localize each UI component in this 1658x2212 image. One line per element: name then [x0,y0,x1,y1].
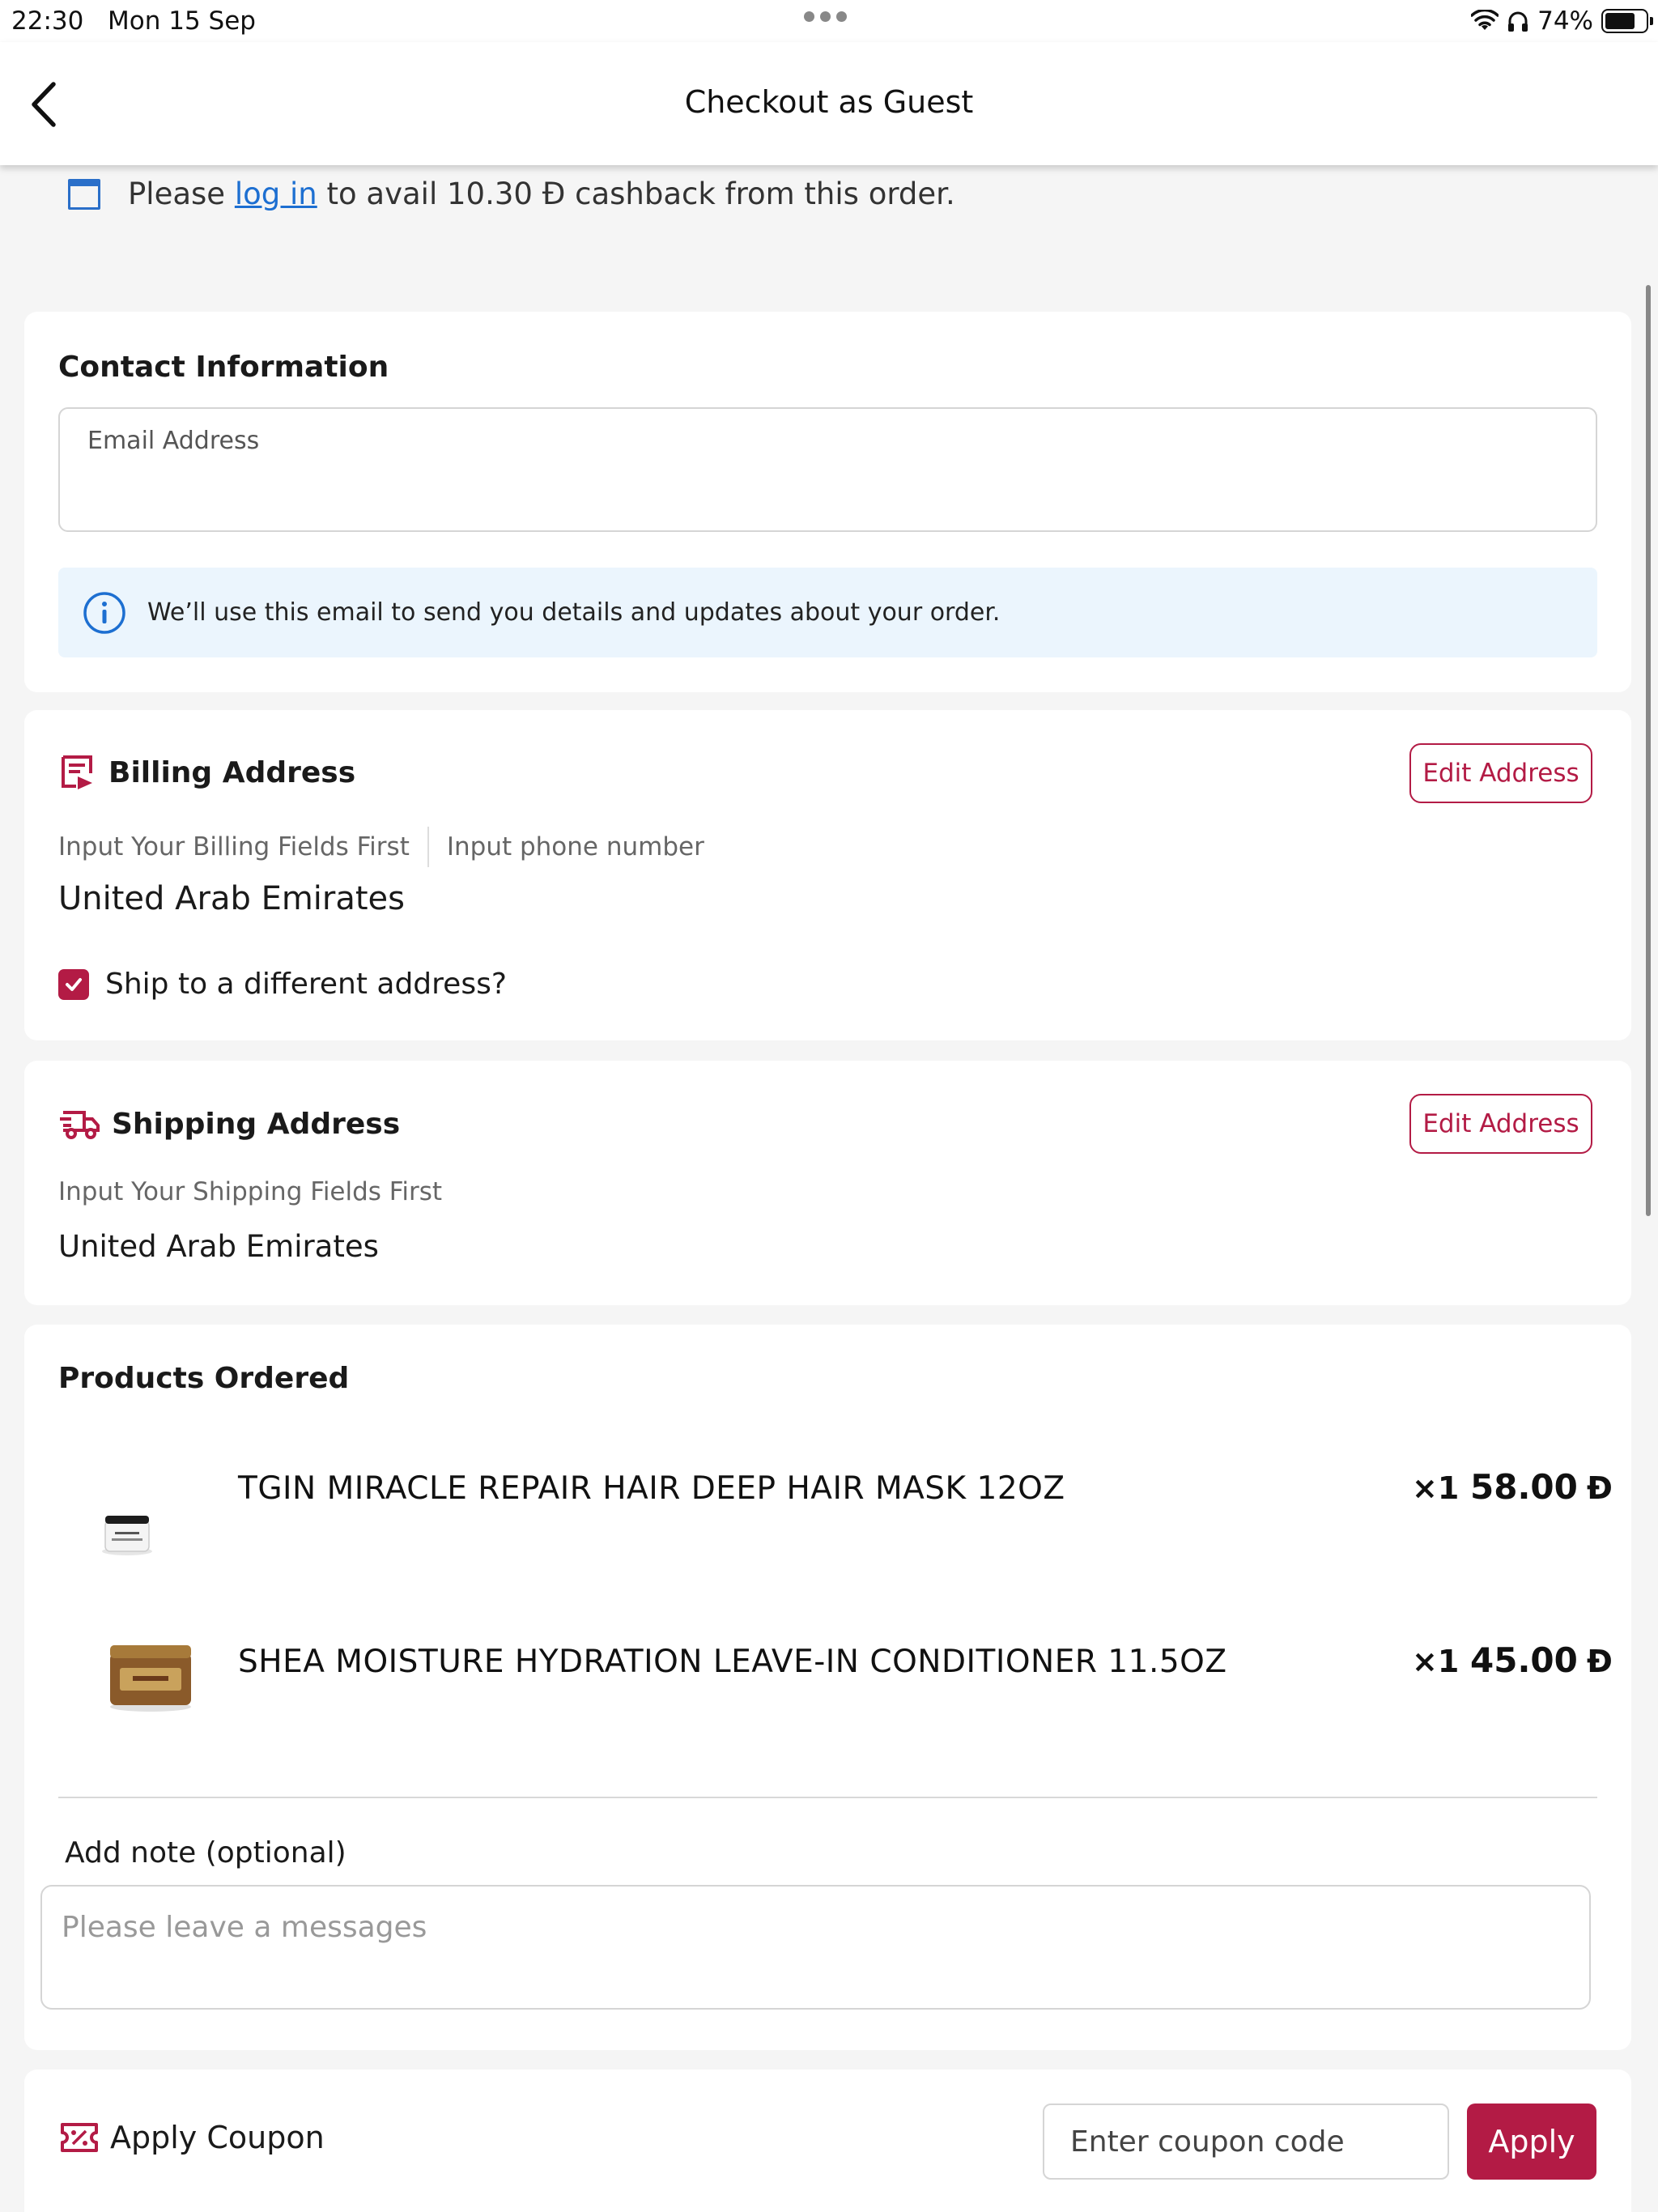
cashback-middle: to avail 10.30 [326,177,533,211]
battery-percentage: 74% [1537,6,1593,36]
divider [427,827,429,867]
shipping-edit-button[interactable]: Edit Address [1409,1094,1592,1154]
billing-country: United Arab Emirates [58,880,406,917]
email-info-text: We’ll use this email to send you details… [147,598,1001,627]
apply-coupon-button[interactable]: Apply [1467,2104,1596,2180]
status-bar: 22:30 Mon 15 Sep 74% [0,0,1658,42]
shipping-title: Shipping Address [112,1107,401,1141]
info-icon [83,591,125,634]
coupon-label: Apply Coupon [110,2120,325,2155]
billing-icon [62,755,92,789]
note-label: Add note (optional) [65,1836,346,1870]
email-info-box: We’ll use this email to send you details… [58,568,1597,657]
billing-fields-hint: Input Your Billing Fields First [58,832,410,861]
product-quantity: ×1 [1412,1644,1460,1679]
shipping-fields-hint: Input Your Shipping Fields First [58,1177,443,1206]
wifi-icon [1471,10,1499,30]
ship-different-row[interactable]: Ship to a different address? [58,968,507,1001]
email-input[interactable]: Email Address [58,407,1597,532]
cashback-notice: Please log in to avail 10.30 Đ cashback … [68,177,955,211]
contact-title: Contact Information [58,351,389,384]
products-title: Products Ordered [58,1362,350,1395]
cashback-suffix: cashback from this order. [575,177,955,211]
product-image [110,1645,191,1712]
truck-icon [60,1111,100,1139]
coupon-icon [61,2123,98,2152]
product-price: 58.00 [1470,1467,1578,1507]
cashback-currency: Đ [542,177,566,211]
note-input[interactable]: Please leave a messages [40,1885,1591,2010]
page-title: Checkout as Guest [684,84,974,120]
login-link[interactable]: log in [235,177,317,211]
status-time: 22:30 [11,6,84,36]
product-currency: Đ [1587,1470,1613,1506]
product-price: 45.00 [1470,1640,1578,1680]
headphones-icon [1508,11,1528,32]
coupon-header: Apply Coupon [60,2120,325,2155]
billing-phone-hint: Input phone number [446,832,704,861]
status-date: Mon 15 Sep [108,6,256,36]
shipping-card: Shipping Address Edit Address Input Your… [24,1061,1631,1305]
battery-icon [1601,9,1653,33]
cashback-prefix: Please [128,177,226,211]
product-quantity: ×1 [1412,1470,1460,1506]
ship-different-checkbox[interactable] [58,968,89,1000]
cashback-icon [68,178,100,210]
scrollbar[interactable] [1646,285,1651,1216]
shipping-country: United Arab Emirates [58,1229,379,1264]
ship-different-label: Ship to a different address? [105,968,507,1001]
billing-card: Billing Address Edit Address Input Your … [24,710,1631,1040]
shipping-header: Shipping Address [60,1106,400,1142]
billing-hints: Input Your Billing Fields First Input ph… [58,827,704,867]
checkmark-icon [66,977,82,991]
multitasking-dots-icon[interactable] [804,11,847,22]
product-image [102,1516,152,1555]
divider [58,1797,1597,1798]
product-name: SHEA MOISTURE HYDRATION LEAVE-IN CONDITI… [238,1644,1227,1680]
billing-title: Billing Address [108,755,356,789]
coupon-input[interactable]: Enter coupon code [1043,2104,1449,2180]
product-name: TGIN MIRACLE REPAIR HAIR DEEP HAIR MASK … [238,1470,1065,1507]
billing-edit-button[interactable]: Edit Address [1409,743,1592,803]
product-currency: Đ [1587,1644,1613,1679]
contact-card: Contact Information Email Address We’ll … [24,312,1631,692]
billing-header: Billing Address [60,754,355,791]
nav-bar: Checkout as Guest [0,42,1658,165]
